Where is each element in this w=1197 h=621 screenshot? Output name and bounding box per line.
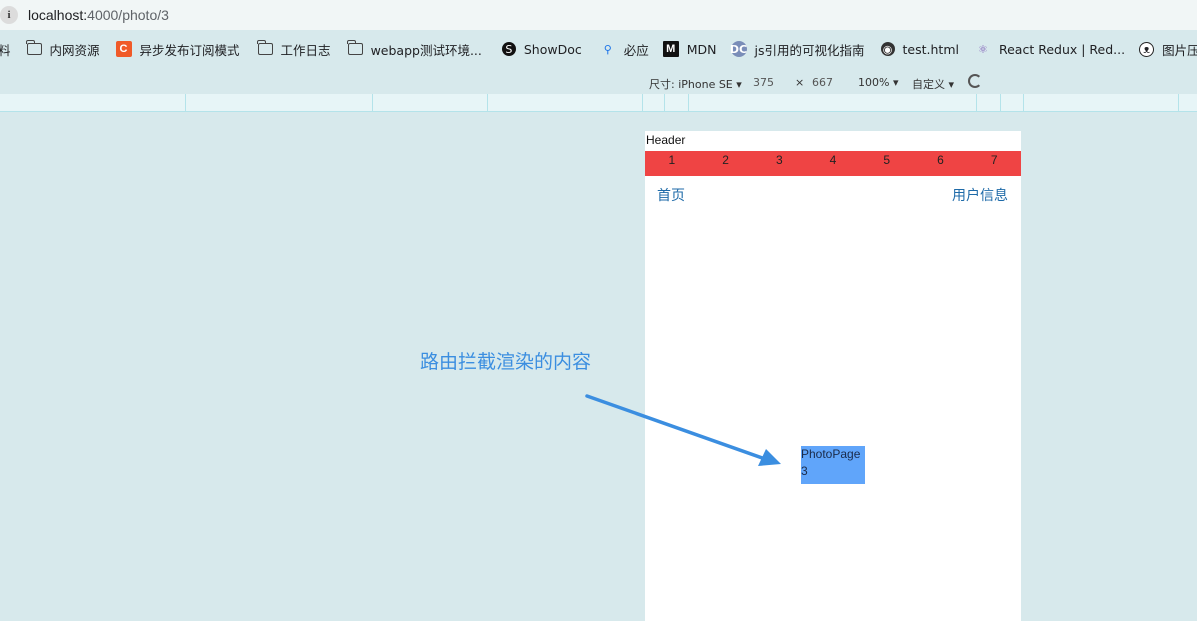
media-query-divider xyxy=(664,94,665,112)
bookmark-label: 内网资源 xyxy=(49,42,100,58)
device-viewport: Header 1 2 3 4 5 6 7 首页 用户信息 PhotoPage 3 xyxy=(645,131,1021,621)
annotation-label: 路由拦截渲染的内容 xyxy=(420,351,592,373)
bookmark-async-pubsub[interactable]: C 异步发布订阅模式 xyxy=(115,35,240,63)
tab-item[interactable]: 4 xyxy=(806,151,860,176)
bookmark-folder-worklog[interactable]: 工作日志 xyxy=(257,35,331,63)
dimension-separator: × xyxy=(795,76,805,89)
zoom-select[interactable]: 100% ▾ xyxy=(858,76,898,89)
throttle-select[interactable]: 自定义 ▾ xyxy=(912,76,954,92)
address-bar[interactable]: i localhost:4000/photo/3 xyxy=(0,0,1197,30)
photo-page-modal: PhotoPage 3 xyxy=(801,446,865,484)
device-height-input[interactable]: 667 xyxy=(812,76,833,89)
bookmark-label: 图片压缩 xyxy=(1162,42,1197,58)
bookmark-mdn[interactable]: M MDN xyxy=(662,35,717,63)
media-query-divider xyxy=(1000,94,1001,112)
url-path: 4000/photo/3 xyxy=(87,7,169,23)
bookmark-bing[interactable]: ⚲ 必应 xyxy=(600,35,649,63)
user-info-link[interactable]: 用户信息 xyxy=(952,185,1008,205)
device-size-select[interactable]: 尺寸: iPhone SE ▾ xyxy=(649,76,742,92)
home-link[interactable]: 首页 xyxy=(657,185,685,205)
folder-icon xyxy=(347,40,363,55)
bookmark-label: 料 xyxy=(0,42,11,58)
bookmark-image-compress[interactable]: ᴥ 图片压缩 xyxy=(1139,35,1197,63)
media-query-bar[interactable] xyxy=(0,94,1197,112)
mdn-icon: M xyxy=(662,41,679,57)
dc-icon: DC xyxy=(729,41,748,57)
tab-item[interactable]: 6 xyxy=(914,151,968,176)
tab-item[interactable]: 1 xyxy=(645,151,699,176)
bookmark-label: 异步发布订阅模式 xyxy=(139,42,240,58)
device-width-input[interactable]: 375 xyxy=(753,76,774,89)
c-icon: C xyxy=(115,41,132,57)
media-query-divider xyxy=(688,94,689,112)
bookmark-label: React Redux | Red... xyxy=(998,41,1126,57)
url-text[interactable]: localhost:4000/photo/3 xyxy=(28,7,169,23)
folder-icon xyxy=(26,40,42,55)
showdoc-icon: S xyxy=(501,42,516,56)
bookmark-label: webapp测试环境... xyxy=(370,42,482,58)
bookmark-label: test.html xyxy=(902,41,959,57)
device-toolbar: 尺寸: iPhone SE ▾ 375 × 667 100% ▾ 自定义 ▾ xyxy=(0,68,1197,94)
bookmark-showdoc[interactable]: S ShowDoc xyxy=(501,35,582,63)
bookmark-js-visual-guide[interactable]: DC js引用的可视化指南 xyxy=(729,35,865,63)
photo-page-title: PhotoPage xyxy=(801,447,861,461)
page-nav: 首页 用户信息 xyxy=(645,185,1021,205)
media-query-divider xyxy=(487,94,488,112)
media-query-divider xyxy=(642,94,643,112)
search-icon: ⚲ xyxy=(603,42,612,56)
tab-item[interactable]: 3 xyxy=(752,151,806,176)
bookmark-label: ShowDoc xyxy=(523,41,582,57)
globe-icon: ◉ xyxy=(880,42,895,56)
media-query-divider xyxy=(185,94,186,112)
media-query-divider xyxy=(372,94,373,112)
bookmark-label: 必应 xyxy=(623,42,649,58)
tab-item[interactable]: 7 xyxy=(967,151,1021,176)
redux-icon: ⚛ xyxy=(978,42,988,56)
bookmarks-bar: 料 内网资源 C 异步发布订阅模式 工作日志 webapp测试环境... S S… xyxy=(0,30,1197,68)
media-query-divider xyxy=(976,94,977,112)
bookmark-label: 工作日志 xyxy=(280,42,331,58)
bookmark-label: js引用的可视化指南 xyxy=(754,42,865,58)
bookmark-label: MDN xyxy=(686,41,717,57)
tab-item[interactable]: 5 xyxy=(860,151,914,176)
bookmark-folder-intranet[interactable]: 内网资源 xyxy=(26,35,100,63)
bookmark-react-redux[interactable]: ⚛ React Redux | Red... xyxy=(975,35,1125,63)
site-info-icon[interactable]: i xyxy=(0,6,18,24)
rotate-icon[interactable] xyxy=(968,74,982,88)
page-header: Header xyxy=(646,133,686,147)
bookmark-test-html[interactable]: ◉ test.html xyxy=(880,35,959,63)
folder-icon xyxy=(257,40,273,55)
photo-page-id: 3 xyxy=(801,464,808,478)
panda-icon: ᴥ xyxy=(1139,41,1155,57)
media-query-divider xyxy=(1023,94,1024,112)
media-query-divider xyxy=(1178,94,1179,112)
tab-bar: 1 2 3 4 5 6 7 xyxy=(645,151,1021,176)
url-host: localhost: xyxy=(28,7,88,23)
bookmark-folder-webapp-test[interactable]: webapp测试环境... xyxy=(347,35,482,63)
bookmark-item-partial[interactable]: 料 xyxy=(0,35,11,63)
tab-item[interactable]: 2 xyxy=(699,151,753,176)
